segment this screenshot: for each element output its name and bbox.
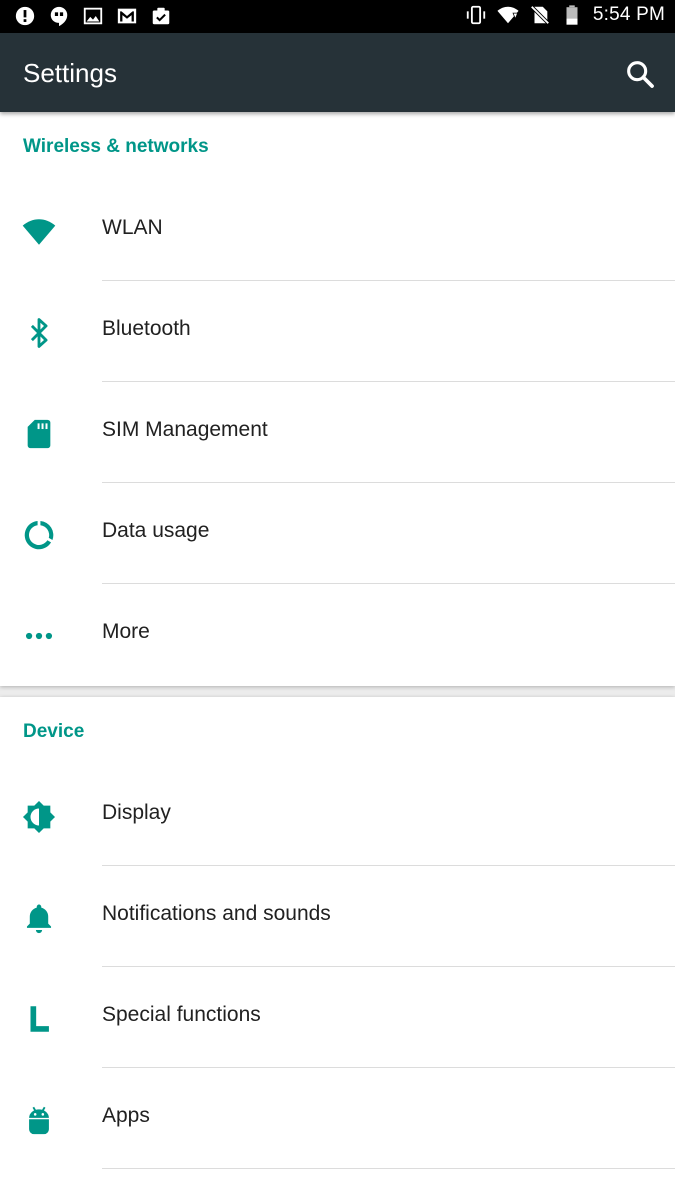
bell-icon	[26, 904, 52, 934]
settings-item-label: More	[102, 620, 150, 643]
section-title-wireless: Wireless & networks	[23, 136, 209, 157]
settings-item-more[interactable]: More	[0, 583, 675, 684]
brightness-icon	[22, 800, 56, 834]
settings-item-label: Apps	[102, 1104, 150, 1127]
wireless-networks-section: Wireless & networks WLAN Bluetooth SIM M…	[0, 112, 675, 686]
status-bar: 5:54 PM	[0, 0, 675, 33]
status-clock: 5:54 PM	[592, 4, 665, 25]
section-title-device: Device	[23, 721, 85, 742]
hangouts-icon	[50, 6, 68, 27]
settings-item-bluetooth[interactable]: Bluetooth	[0, 280, 675, 381]
battery-icon	[566, 5, 578, 25]
settings-item-special-functions[interactable]: Special functions	[0, 966, 675, 1067]
device-section: Device Display Notifications and sounds …	[0, 697, 675, 1200]
settings-item-label: Special functions	[102, 1003, 261, 1026]
status-bar-notifications	[14, 5, 172, 27]
settings-item-label: SIM Management	[102, 418, 268, 441]
wifi-icon	[22, 219, 56, 245]
settings-item-label: Display	[102, 801, 171, 824]
bluetooth-icon	[30, 318, 48, 348]
settings-item-label: Bluetooth	[102, 317, 191, 340]
vibrate-icon	[466, 5, 485, 25]
sim-card-icon	[27, 419, 51, 449]
settings-item-sim-management[interactable]: SIM Management	[0, 381, 675, 482]
alert-icon	[15, 6, 35, 26]
settings-item-label: WLAN	[102, 216, 163, 239]
status-bar-system: 5:54 PM	[465, 4, 665, 26]
page-title: Settings	[23, 58, 117, 88]
android-icon	[29, 1106, 49, 1135]
data-usage-icon	[24, 520, 54, 550]
search-icon[interactable]	[623, 57, 657, 91]
settings-item-data-usage[interactable]: Data usage	[0, 482, 675, 583]
divider	[102, 1168, 675, 1169]
gmail-icon	[117, 8, 137, 24]
app-bar: Settings	[0, 33, 675, 112]
wifi-signal-icon	[497, 6, 519, 24]
settings-item-label: Data usage	[102, 519, 210, 542]
settings-item-notifications[interactable]: Notifications and sounds	[0, 865, 675, 966]
settings-item-wlan[interactable]: WLAN	[0, 179, 675, 280]
no-sim-icon	[530, 5, 550, 25]
special-functions-icon	[30, 1006, 49, 1032]
more-dots-icon	[25, 632, 53, 640]
settings-item-apps[interactable]: Apps	[0, 1067, 675, 1168]
settings-item-display[interactable]: Display	[0, 764, 675, 865]
image-icon	[83, 7, 103, 25]
settings-item-label: Notifications and sounds	[102, 902, 331, 925]
tasks-icon	[152, 7, 170, 25]
